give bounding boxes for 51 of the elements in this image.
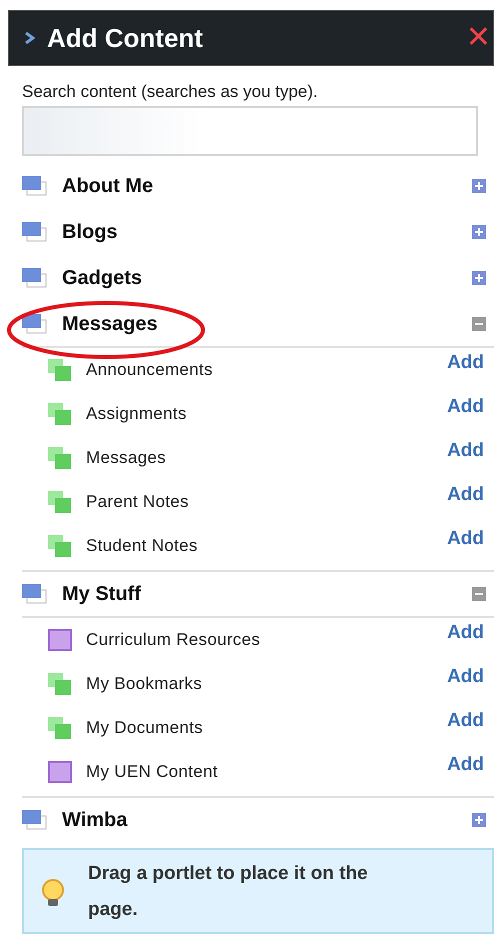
portlet-icon	[48, 717, 72, 739]
chevron-icon	[25, 32, 35, 44]
expand-icon[interactable]	[472, 813, 486, 827]
collapse-icon[interactable]	[472, 587, 486, 601]
portlet-name: My UEN Content	[86, 762, 219, 782]
category-name[interactable]: Blogs	[62, 220, 472, 244]
category-name[interactable]: Gadgets	[62, 266, 472, 290]
portlet-icon	[22, 810, 48, 830]
category-name[interactable]: About Me	[62, 174, 472, 198]
add-link[interactable]: Add	[447, 666, 484, 688]
search-label: Search content (searches as you type).	[22, 82, 319, 102]
portlet-icon	[22, 268, 48, 288]
portlet-icon	[22, 584, 48, 604]
portlet-name: Curriculum Resources	[86, 630, 262, 650]
portlet-name: Parent Notes	[86, 492, 190, 512]
portlet-name: Student Notes	[86, 536, 199, 556]
portlet-icon	[48, 403, 72, 425]
portlet-name: My Documents	[86, 718, 204, 738]
portlet-icon	[48, 761, 72, 783]
expand-icon[interactable]	[472, 271, 486, 285]
add-link[interactable]: Add	[447, 440, 484, 462]
portlet-icon	[22, 176, 48, 196]
portlet-name: Assignments	[86, 404, 188, 424]
add-link[interactable]: Add	[447, 622, 484, 644]
category-name[interactable]: Wimba	[62, 808, 472, 832]
category-name[interactable]: Messages	[62, 312, 472, 336]
hint-text: Drag a portlet to place it on the page.	[88, 862, 369, 922]
add-link[interactable]: Add	[447, 754, 484, 776]
add-link[interactable]: Add	[447, 396, 484, 418]
portlet-icon	[22, 314, 48, 334]
portlet-icon	[48, 535, 72, 557]
close-button[interactable]: ✕	[464, 23, 493, 53]
portlet-icon	[48, 629, 72, 651]
portlet-name: My Bookmarks	[86, 674, 204, 694]
add-link[interactable]: Add	[447, 484, 484, 506]
expand-icon[interactable]	[472, 225, 486, 239]
portlet-icon	[22, 222, 48, 242]
portlet-name: Announcements	[86, 360, 214, 380]
expand-icon[interactable]	[472, 179, 486, 193]
portlet-icon	[48, 447, 72, 469]
add-link[interactable]: Add	[447, 528, 484, 550]
portlet-name: Messages	[86, 448, 167, 468]
portlet-icon	[48, 491, 72, 513]
search-field[interactable]	[22, 106, 478, 156]
category-name[interactable]: My Stuff	[62, 582, 472, 606]
portlet-icon	[48, 359, 72, 381]
panel-title: Add Content	[47, 22, 204, 54]
add-link[interactable]: Add	[447, 352, 484, 374]
collapse-icon[interactable]	[472, 317, 486, 331]
add-link[interactable]: Add	[447, 710, 484, 732]
portlet-icon	[48, 673, 72, 695]
